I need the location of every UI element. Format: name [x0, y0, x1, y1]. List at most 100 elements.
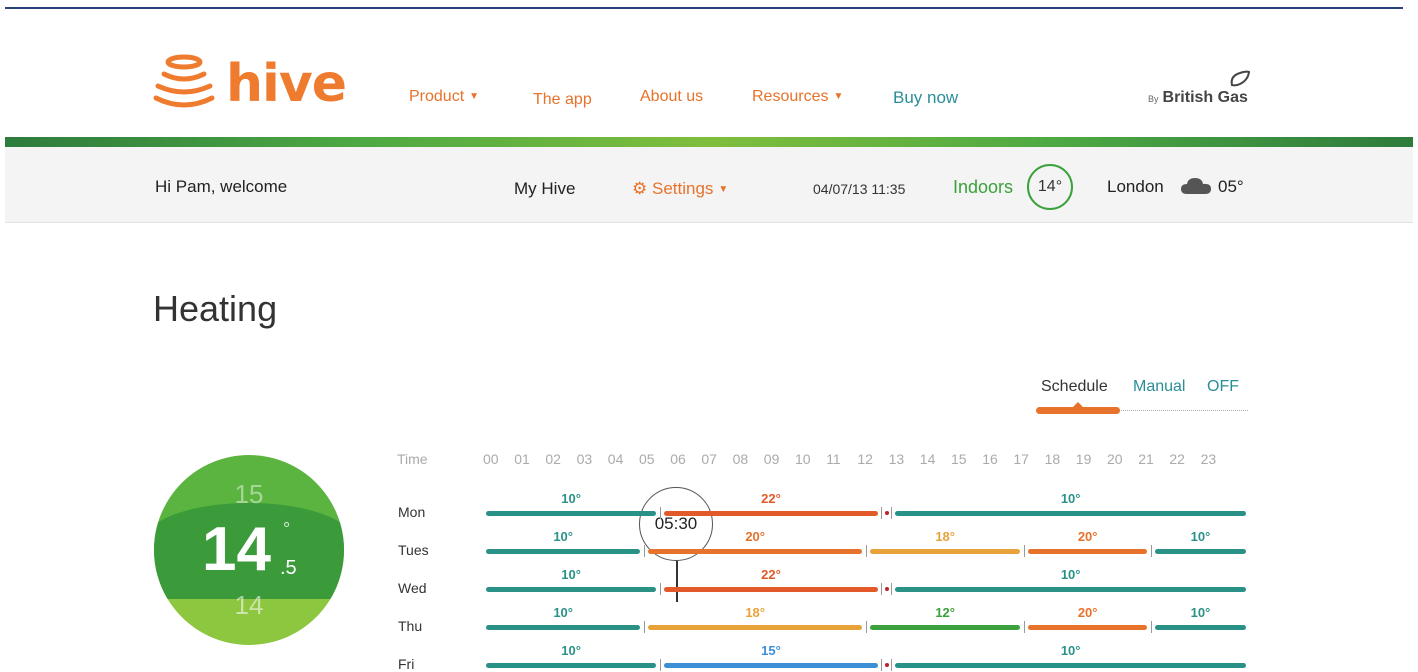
schedule-segment[interactable] [486, 511, 657, 516]
hour-tick-04: 04 [607, 451, 624, 467]
schedule-segment[interactable] [664, 663, 878, 668]
chevron-down-icon: ▼ [833, 91, 844, 102]
welcome-text: Hi Pam, welcome [155, 177, 288, 196]
hour-tick-12: 12 [857, 451, 873, 467]
segment-temp-label: 10° [553, 529, 573, 544]
segment-divider[interactable] [881, 583, 883, 595]
indoor-temp-badge: 14° [1027, 164, 1073, 210]
cloud-icon [1181, 178, 1211, 194]
segment-divider[interactable] [1024, 545, 1026, 557]
day-label: Tues [398, 542, 429, 558]
schedule-segment[interactable] [664, 587, 878, 592]
hour-tick-13: 13 [888, 451, 905, 467]
tab-off[interactable]: OFF [1207, 378, 1239, 396]
segment-temp-label: 18° [935, 529, 955, 544]
british-gas-brand[interactable]: By British Gas [1148, 89, 1248, 107]
segment-temp-label: 10° [1060, 491, 1081, 506]
segment-divider[interactable] [891, 507, 893, 519]
gap-marker-dot [885, 511, 890, 515]
settings-menu[interactable]: ⚙ Settings ▼ [632, 179, 728, 199]
schedule-segment[interactable] [1155, 549, 1246, 554]
segment-temp-label: 10° [553, 605, 573, 620]
day-label: Wed [398, 580, 427, 596]
dial-current-temp: 14 [202, 515, 271, 584]
segment-divider[interactable] [644, 621, 646, 633]
gear-icon: ⚙ [632, 179, 648, 198]
day-label: Mon [398, 504, 426, 520]
dial-decimal: .5 [280, 557, 297, 579]
hour-tick-18: 18 [1044, 451, 1061, 467]
segment-divider[interactable] [1151, 621, 1152, 633]
segment-temp-label: 15° [761, 643, 781, 658]
segment-divider[interactable] [866, 621, 867, 633]
hour-tick-20: 20 [1107, 451, 1123, 467]
schedule-segment[interactable] [486, 625, 641, 630]
hour-tick-10: 10 [795, 451, 811, 467]
time-axis-label: Time [397, 451, 428, 467]
schedule-segment[interactable] [664, 511, 878, 516]
hour-tick-14: 14 [919, 451, 936, 467]
current-datetime: 04/07/13 11:35 [813, 181, 906, 197]
schedule-segment[interactable] [870, 549, 1021, 554]
nav-about-us[interactable]: About us [640, 88, 703, 106]
segment-divider[interactable] [660, 583, 662, 595]
nav-resources[interactable]: Resources ▼ [752, 88, 843, 106]
segment-divider[interactable] [1024, 621, 1026, 633]
hour-tick-01: 01 [514, 451, 530, 467]
indoors-label: Indoors [953, 177, 1014, 197]
segment-divider[interactable] [660, 507, 662, 519]
nav-buy-now[interactable]: Buy now [893, 88, 958, 108]
hour-tick-00: 00 [483, 451, 499, 467]
nav-the-app[interactable]: The app [533, 91, 592, 109]
segment-divider[interactable] [891, 659, 893, 671]
settings-label: Settings [651, 179, 714, 198]
segment-divider[interactable] [891, 583, 893, 595]
segment-temp-label: 20° [745, 529, 765, 544]
segment-divider[interactable] [866, 545, 867, 557]
schedule-segment[interactable] [486, 663, 657, 668]
segment-temp-label: 10° [1190, 529, 1211, 544]
my-hive-link[interactable]: My Hive [514, 179, 575, 199]
chevron-down-icon: ▼ [718, 184, 729, 195]
hour-tick-16: 16 [982, 451, 998, 467]
nav-product[interactable]: Product ▼ [409, 88, 479, 106]
hour-tick-22: 22 [1169, 451, 1185, 467]
hour-tick-08: 08 [732, 451, 749, 467]
schedule-segment[interactable] [648, 549, 862, 554]
flame-icon [1230, 70, 1250, 87]
tab-manual[interactable]: Manual [1133, 378, 1185, 396]
hour-tick-15: 15 [951, 451, 967, 467]
segment-temp-label: 20° [1077, 605, 1098, 620]
tab-schedule[interactable]: Schedule [1041, 378, 1108, 396]
dial-next-down[interactable]: 14 [154, 590, 344, 621]
segment-divider[interactable] [644, 545, 646, 557]
segment-divider[interactable] [1151, 545, 1152, 557]
segment-temp-label: 10° [1190, 605, 1211, 620]
schedule-segment[interactable] [648, 625, 862, 630]
schedule-segment[interactable] [1028, 549, 1147, 554]
day-label: Thu [398, 618, 423, 634]
schedule-segment[interactable] [870, 625, 1021, 630]
dial-degree: ° [283, 519, 291, 539]
nav-about-us-label: About us [640, 88, 704, 105]
segment-divider[interactable] [881, 507, 883, 519]
schedule-segment[interactable] [486, 587, 657, 592]
hour-tick-07: 07 [701, 451, 717, 467]
schedule-segment[interactable] [895, 663, 1246, 668]
segment-divider[interactable] [660, 659, 662, 671]
schedule-segment[interactable] [1028, 625, 1147, 630]
day-label: Fri [398, 656, 415, 672]
gap-marker-dot [885, 587, 890, 591]
schedule-segment[interactable] [486, 549, 641, 554]
segment-divider[interactable] [881, 659, 883, 671]
temperature-dial[interactable]: 15 14 ° .5 14 [154, 455, 344, 645]
hour-tick-19: 19 [1075, 451, 1092, 467]
green-divider-bar [5, 137, 1413, 147]
hour-tick-11: 11 [826, 451, 841, 467]
hour-tick-02: 02 [545, 451, 561, 467]
schedule-segment[interactable] [895, 587, 1246, 592]
dial-next-up[interactable]: 15 [154, 479, 344, 510]
schedule-segment[interactable] [1155, 625, 1246, 630]
hour-tick-05: 05 [639, 451, 655, 467]
schedule-segment[interactable] [895, 511, 1246, 516]
